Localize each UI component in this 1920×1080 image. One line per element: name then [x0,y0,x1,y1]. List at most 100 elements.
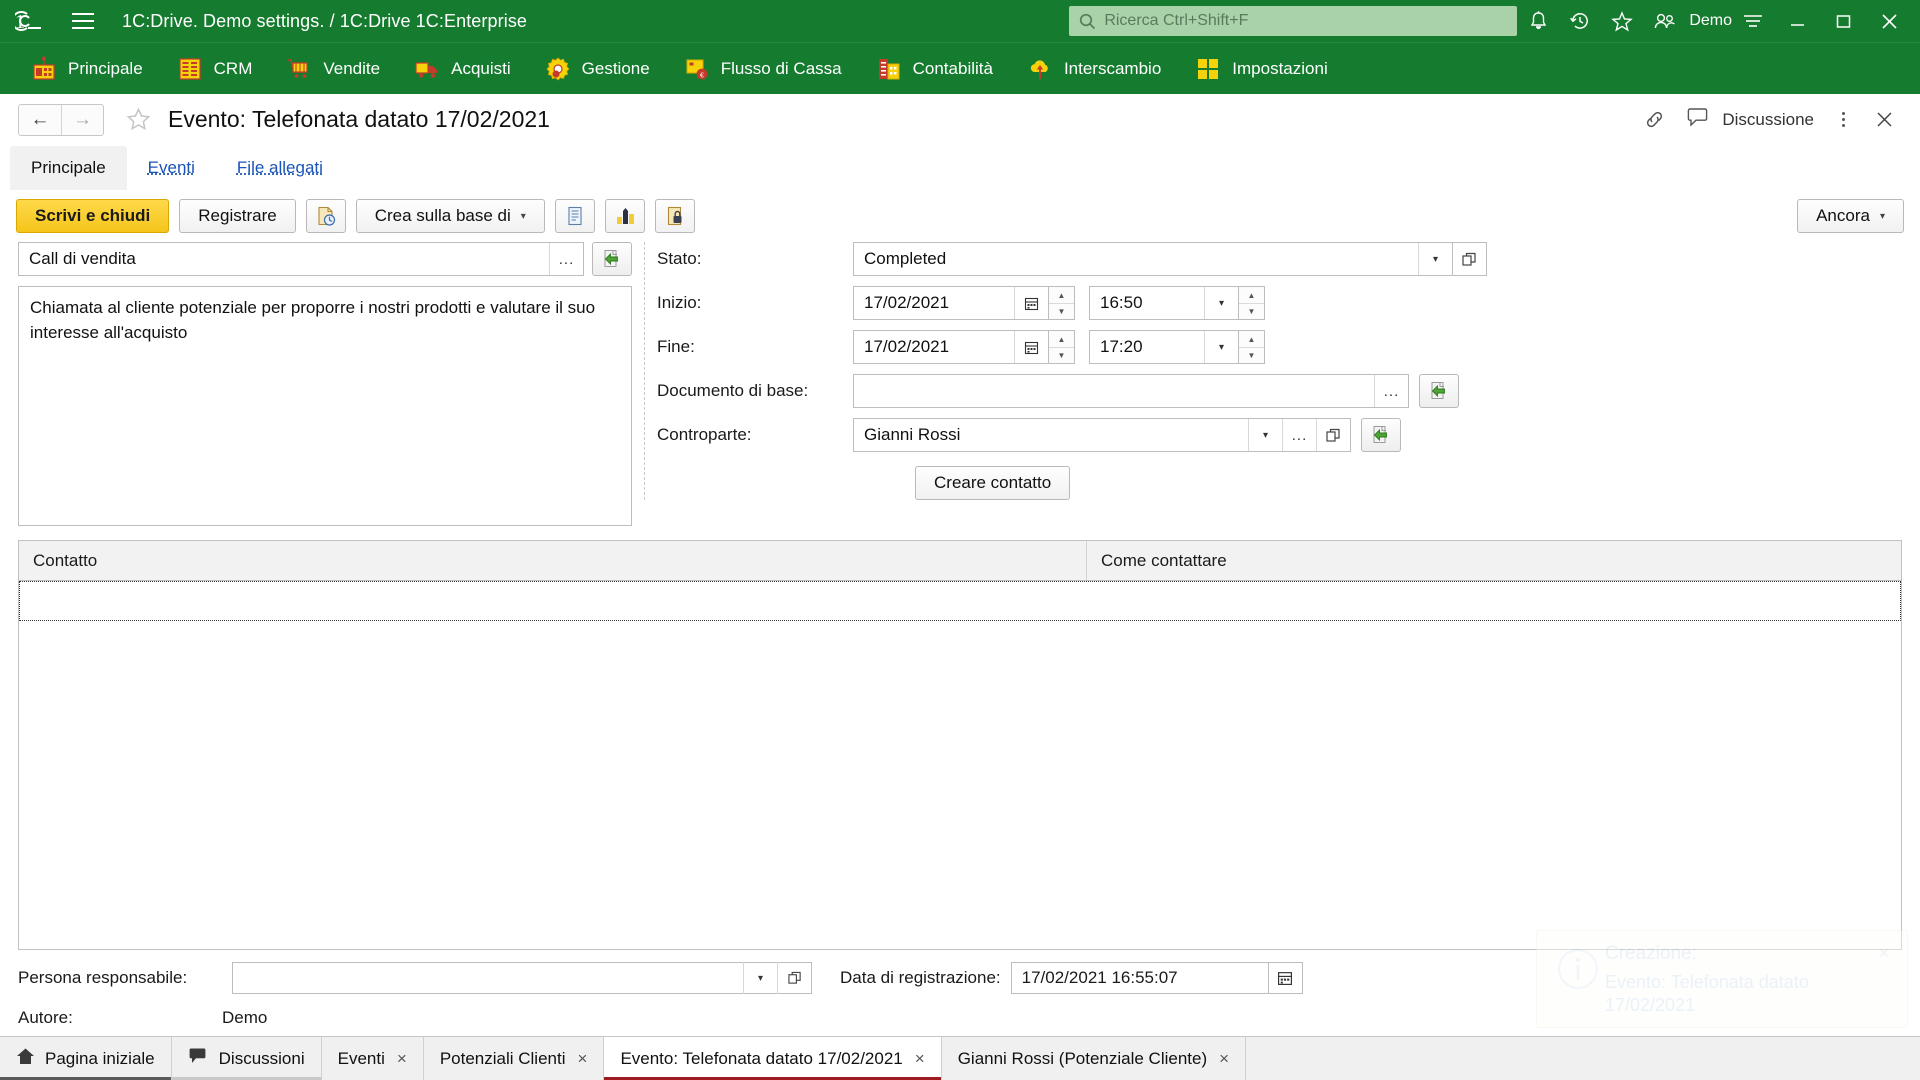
search-placeholder: Ricerca Ctrl+Shift+F [1104,12,1249,29]
responsible-open-icon[interactable] [777,962,811,994]
1c-logo-icon: 1 [14,8,54,34]
menu-item-crm[interactable]: CRM [160,43,270,95]
chevron-down-icon[interactable]: ▾ [1248,419,1282,451]
link-chain-icon[interactable] [1632,102,1676,138]
forward-button[interactable]: → [61,104,103,135]
options-lines-icon[interactable] [1732,4,1774,38]
taskbar-tab-label: Eventi [337,1048,385,1068]
column-header-contatto[interactable]: Contatto [19,541,1087,580]
inizio-time-input[interactable]: 16:50 ▾ [1089,286,1239,320]
controparte-open-icon[interactable] [1316,419,1350,451]
hamburger-menu-icon[interactable] [66,6,100,36]
table-row[interactable] [19,581,1901,621]
search-input[interactable]: Ricerca Ctrl+Shift+F [1069,6,1518,36]
menu-item-vendite[interactable]: Vendite [269,43,397,95]
calendar-icon[interactable] [1014,331,1048,363]
crm-icon [177,56,203,82]
page-title: Evento: Telefonata datato 17/02/2021 [168,106,550,132]
register-button[interactable]: Registrare [179,199,296,233]
documento-open-green-arrow-icon[interactable] [1419,374,1459,408]
taskbar-tab-evento[interactable]: Evento: Telefonata datato 17/02/2021 × [604,1037,942,1080]
tab-eventi[interactable]: Eventi [127,146,216,190]
taskbar: Pagina iniziale Discussioni Eventi × Pot… [0,1036,1920,1080]
back-button[interactable]: ← [19,104,61,135]
kebab-menu-icon[interactable] [1824,102,1862,138]
documento-select-button[interactable]: ... [1374,375,1408,407]
window-minimize-button[interactable] [1774,0,1820,42]
history-clock-icon[interactable] [1559,4,1601,38]
tab-principale[interactable]: Principale [10,146,127,190]
chevron-down-icon[interactable]: ▾ [1204,287,1238,319]
taskbar-tab-eventi[interactable]: Eventi × [321,1037,424,1080]
controparte-select-button[interactable]: ... [1282,419,1316,451]
notification-toast[interactable]: Creazione: Evento: Telefonata datato 17/… [1536,930,1908,1028]
document-lock-icon[interactable] [654,199,695,233]
menu-item-contabilita[interactable]: Contabilità [859,43,1010,95]
title-bar: 1 1C:Drive. Demo settings. / 1C:Drive 1C… [0,0,1920,42]
taskbar-tab-gianni-rossi[interactable]: Gianni Rossi (Potenziale Cliente) × [941,1037,1247,1080]
page-header: ← → Evento: Telefonata datato 17/02/2021… [0,94,1920,146]
form-left-column: Call di vendita ... Chiamata al cliente … [18,242,632,526]
calendar-icon[interactable] [1014,287,1048,319]
close-form-icon[interactable] [1862,102,1906,138]
controparte-input[interactable]: Gianni Rossi ▾ ... [853,418,1351,452]
notification-close-icon[interactable]: × [1873,943,1895,1027]
taskbar-tab-discussioni[interactable]: Discussioni [171,1037,322,1080]
inizio-date-stepper[interactable]: ▲ ▼ [1049,286,1075,320]
fine-time-input[interactable]: 17:20 ▾ [1089,330,1239,364]
chevron-down-icon[interactable]: ▾ [1204,331,1238,363]
stato-select[interactable]: Completed ▾ [853,242,1453,276]
chevron-down-icon[interactable]: ▾ [1418,243,1452,275]
user-menu[interactable]: Demo [1689,12,1732,30]
taskbar-tab-pagina-iniziale[interactable]: Pagina iniziale [0,1037,172,1080]
subject-select-button[interactable]: ... [549,243,583,275]
subject-input[interactable]: Call di vendita ... [18,242,584,276]
open-green-arrow-icon[interactable] [592,242,632,276]
controparte-value: Gianni Rossi [864,425,961,444]
document-history-icon[interactable] [305,199,346,233]
regdate-input[interactable]: 17/02/2021 16:55:07 [1010,962,1269,994]
taskbar-tab-close-icon[interactable]: × [578,1049,588,1069]
description-textarea[interactable]: Chiamata al cliente potenziale per propo… [18,286,632,526]
taskbar-tab-close-icon[interactable]: × [915,1049,925,1069]
fine-time-stepper[interactable]: ▲ ▼ [1239,330,1265,364]
create-based-on-button[interactable]: Crea sulla base di ▾ [355,199,545,233]
taskbar-tab-potenziali-clienti[interactable]: Potenziali Clienti × [423,1037,605,1080]
star-outline-icon[interactable] [124,107,152,133]
menu-item-flusso-di-cassa[interactable]: € Flusso di Cassa [667,43,859,95]
save-and-close-button[interactable]: Scrivi e chiudi [16,199,170,233]
taskbar-tab-close-icon[interactable]: × [1219,1049,1229,1069]
chart-bar-icon[interactable] [604,199,645,233]
favorites-star-icon[interactable] [1601,4,1643,38]
responsible-input[interactable]: ▾ [232,962,812,994]
column-header-come-contattare[interactable]: Come contattare [1087,541,1901,580]
menu-item-acquisti[interactable]: Acquisti [397,43,528,95]
controparte-open-green-arrow-icon[interactable] [1361,418,1401,452]
documento-di-base-input[interactable]: ... [853,374,1409,408]
users-icon[interactable] [1643,4,1685,38]
taskbar-tab-close-icon[interactable]: × [397,1049,407,1069]
form-toolbar: Scrivi e chiudi Registrare Crea sulla ba… [0,190,1920,242]
notifications-bell-icon[interactable] [1517,4,1559,38]
menu-item-gestione[interactable]: Gestione [528,43,667,95]
menu-item-principale[interactable]: Principale [14,43,160,95]
window-maximize-button[interactable] [1820,0,1866,42]
inizio-date-input[interactable]: 17/02/2021 [853,286,1049,320]
inizio-time-stepper[interactable]: ▲ ▼ [1239,286,1265,320]
fine-time-value: 17:20 [1100,337,1143,356]
stato-open-icon[interactable] [1453,242,1487,276]
menu-item-interscambio[interactable]: Interscambio [1010,43,1178,95]
menu-item-impostazioni[interactable]: Impostazioni [1178,43,1344,95]
fine-label: Fine: [657,337,695,356]
window-close-button[interactable] [1866,0,1912,42]
fine-date-stepper[interactable]: ▲ ▼ [1049,330,1075,364]
chevron-down-icon[interactable]: ▾ [743,962,777,994]
calendar-icon[interactable] [1268,962,1303,994]
report-document-icon[interactable] [554,199,595,233]
discussion-bubble-icon [188,1047,209,1071]
fine-date-input[interactable]: 17/02/2021 [853,330,1049,364]
create-contact-button[interactable]: Creare contatto [915,466,1071,500]
more-button[interactable]: Ancora ▾ [1797,199,1904,233]
tab-file-allegati[interactable]: File allegati [216,146,344,190]
discussion-button[interactable]: Discussione [1676,106,1824,134]
